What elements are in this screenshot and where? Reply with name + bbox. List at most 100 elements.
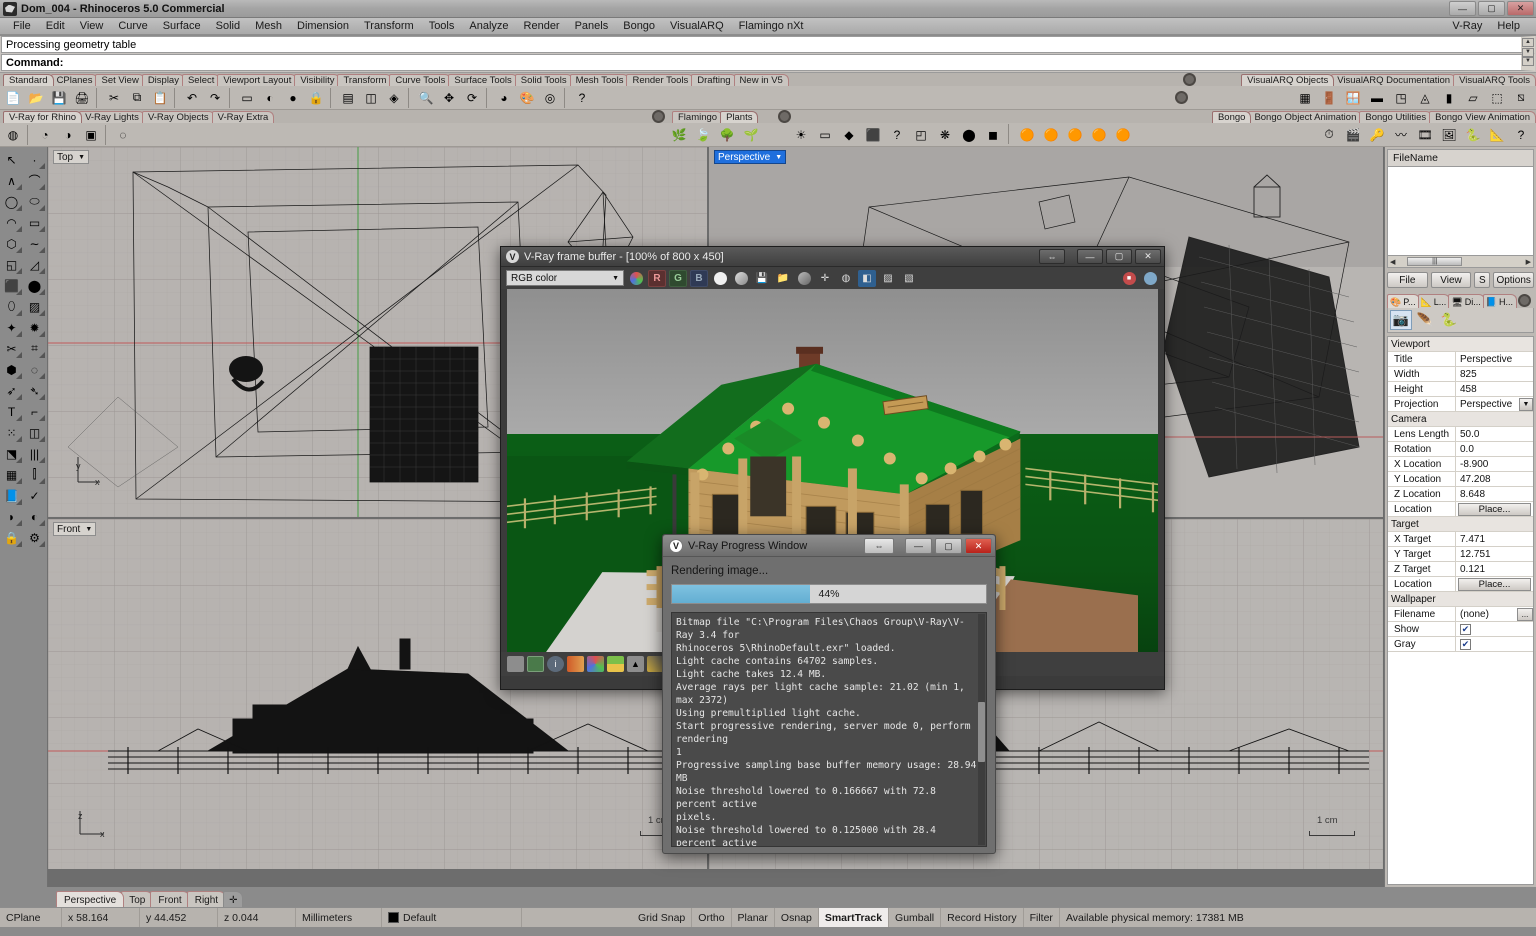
toolbar-standard[interactable]: 📄 📂 💾 🖨 ✂ ⧉ 📋 ↶ ↷ ▭ ◐ ● 🔒 ▤ ◫ ◈ 🔍 ✥ ⟳ ◕ … — [0, 86, 1536, 110]
minimize-button[interactable]: — — [1449, 1, 1476, 16]
toolbar-tab-mesh-tools[interactable]: Mesh Tools — [569, 74, 630, 86]
menu-item-analyze[interactable]: Analyze — [462, 19, 515, 33]
toolbar-tab-transform[interactable]: Transform — [337, 74, 393, 86]
save-file-icon[interactable]: 💾 — [48, 87, 70, 109]
hatch-icon[interactable]: ||| — [23, 443, 46, 464]
property-value-title[interactable]: Perspective — [1456, 354, 1533, 365]
toolbar-tab-bongo[interactable]: Bongo — [1211, 111, 1252, 123]
curve-tools-icon[interactable]: ➴ — [23, 380, 46, 401]
toolbar-bongo-icons[interactable]: ⏱ 🎬 🔑 〰 🎞 🖼 🐍 📐 ? — [1318, 124, 1532, 146]
status-bar[interactable]: CPlane x 58.164 y 44.452 z 0.044 Millime… — [0, 907, 1536, 927]
render-object-icon[interactable]: ◐ — [23, 506, 46, 527]
property-value-x-location[interactable]: -8.900 — [1456, 459, 1533, 470]
vray-mat4-icon[interactable]: 🟠 — [1088, 124, 1110, 146]
vfb-minimize-button[interactable]: — — [1077, 249, 1103, 264]
render-icon[interactable]: 🎨 — [516, 87, 538, 109]
select-objects-icon[interactable]: ▭ — [236, 87, 258, 109]
toolbar-tab-cplanes[interactable]: CPlanes — [50, 74, 99, 86]
panel-tab-layers[interactable]: 📐 L... — [1417, 294, 1451, 308]
varq-space-icon[interactable]: ⬚ — [1486, 87, 1508, 109]
undo-icon[interactable]: ↶ — [181, 87, 203, 109]
chevron-down-icon[interactable]: ▼ — [1519, 397, 1533, 411]
toolbar-tab-render-tools[interactable]: Render Tools — [626, 74, 695, 86]
view-tab-front[interactable]: Front — [150, 891, 190, 907]
property-row-x-target[interactable]: X Target 7.471 — [1388, 532, 1533, 547]
redo-icon[interactable]: ↷ — [204, 87, 226, 109]
explode-icon[interactable]: ✹ — [23, 317, 46, 338]
progress-window-controls[interactable]: ⇔ — ▢ ✕ — [864, 538, 992, 554]
target-place-button[interactable]: Place... — [1458, 577, 1531, 591]
curve-control-points-icon[interactable]: ⌒ — [23, 170, 46, 191]
bongo-path-icon[interactable]: 📐 — [1486, 124, 1508, 146]
viewport-label-front[interactable]: Front ▼ — [53, 522, 97, 536]
bongo-help-icon[interactable]: ? — [1510, 124, 1532, 146]
options-button[interactable]: Options — [1493, 272, 1535, 288]
property-value-height[interactable]: 458 — [1456, 384, 1533, 395]
panel-tabs[interactable]: 🎨 P... 📐 L... 🖥 Di... 📘 H... — [1387, 293, 1534, 308]
arc-icon[interactable]: ◠ — [0, 212, 23, 233]
scroll-right-icon[interactable]: ▶ — [1524, 258, 1533, 266]
vfb-vray-logo-icon[interactable] — [1141, 270, 1159, 287]
camera-place-button[interactable]: Place... — [1458, 502, 1531, 516]
toolbar-tab-solid-tools[interactable]: Solid Tools — [514, 74, 573, 86]
property-row-x-location[interactable]: X Location -8.900 — [1388, 457, 1533, 472]
view-tab-right[interactable]: Right — [186, 891, 227, 907]
progress-minimize-button[interactable]: — — [905, 538, 932, 554]
vfb-follow-mouse-icon[interactable]: ▧ — [900, 270, 918, 287]
sphere-icon[interactable]: ⬤ — [23, 275, 46, 296]
bongo-timeline-icon[interactable]: ⏱ — [1318, 124, 1340, 146]
flamingo-icon[interactable]: 🪶 — [1414, 310, 1436, 330]
file-button[interactable]: File — [1387, 272, 1428, 288]
menu-item-curve[interactable]: Curve — [111, 19, 154, 33]
vray-mat5-icon[interactable]: 🟠 — [1112, 124, 1134, 146]
command-input-scroll[interactable]: ▼ — [1522, 57, 1534, 66]
property-row-camera-location[interactable]: Location Place... — [1388, 502, 1533, 517]
property-row-wallpaper-show[interactable]: Show ✔ — [1388, 622, 1533, 637]
property-row-z-target[interactable]: Z Target 0.121 — [1388, 562, 1533, 577]
varq-stair-icon[interactable]: ◳ — [1390, 87, 1412, 109]
wallpaper-show-checkbox[interactable]: ✔ — [1460, 623, 1471, 635]
vray-diamond-icon[interactable]: ◆ — [838, 124, 860, 146]
menu-bar[interactable]: File Edit View Curve Surface Solid Mesh … — [0, 18, 1536, 35]
status-toggle-filter[interactable]: Filter — [1024, 908, 1060, 927]
property-row-z-location[interactable]: Z Location 8.648 — [1388, 487, 1533, 502]
property-value-z-location[interactable]: 8.648 — [1456, 489, 1533, 500]
toolbar-tab-vray-extra[interactable]: V-Ray Extra — [211, 111, 275, 123]
plant-library-icon[interactable]: 🌳 — [716, 124, 738, 146]
vfb-red-channel-button[interactable]: R — [648, 269, 666, 287]
toolbar-tab-vray-for-rhino[interactable]: V-Ray for Rhino — [3, 111, 83, 123]
menu-item-view[interactable]: View — [73, 19, 111, 33]
vfb-rgb-curve-icon[interactable] — [587, 656, 604, 672]
offset-curve-icon[interactable]: ➶ — [0, 380, 23, 401]
snake-icon[interactable]: 🐍 — [1438, 310, 1460, 330]
vfb-close-button[interactable]: ✕ — [1135, 249, 1161, 264]
varq-wall-icon[interactable]: ▦ — [1294, 87, 1316, 109]
menu-item-flamingo[interactable]: Flamingo nXt — [732, 19, 811, 33]
menu-item-file[interactable]: File — [6, 19, 38, 33]
toolbar-tab-plants[interactable]: Plants — [720, 111, 759, 123]
surface-from-points-icon[interactable]: ◱ — [0, 254, 23, 275]
property-row-target-location[interactable]: Location Place... — [1388, 577, 1533, 592]
varq-column-icon[interactable]: ▮ — [1438, 87, 1460, 109]
bongo-render-icon[interactable]: 🖼 — [1438, 124, 1460, 146]
varq-roof-icon[interactable]: ◬ — [1414, 87, 1436, 109]
panel-gear-icon[interactable] — [1518, 294, 1531, 307]
bongo-ik-icon[interactable]: 🐍 — [1462, 124, 1484, 146]
vray-mat1-icon[interactable]: 🟠 — [1016, 124, 1038, 146]
camera-icon[interactable]: 📷 — [1390, 310, 1412, 330]
status-layer[interactable]: Default — [382, 908, 522, 927]
pan-icon[interactable]: ✥ — [438, 87, 460, 109]
vray-frame-buffer-icon[interactable]: ▣ — [80, 124, 102, 146]
property-value-x-target[interactable]: 7.471 — [1456, 534, 1533, 545]
property-row-height[interactable]: Height 458 — [1388, 382, 1533, 397]
menu-item-bongo[interactable]: Bongo — [616, 19, 662, 33]
vfb-toolbar[interactable]: RGB color ▼ R G B 💾 📁 ✛ ◍ ◧ ▨ ▧ ■ — [501, 267, 1164, 289]
toolbar-tab-visualarq-documentation[interactable]: VisualARQ Documentation — [1331, 74, 1457, 86]
boolean-union-icon[interactable]: ✦ — [0, 317, 23, 338]
shade-object-icon[interactable]: ◗ — [0, 506, 23, 527]
trim-icon[interactable]: ✂ — [0, 338, 23, 359]
rotate-view-icon[interactable]: ⟳ — [461, 87, 483, 109]
toolbar-options-gear-icon[interactable] — [1183, 73, 1196, 86]
vfb-levels-icon[interactable] — [607, 656, 624, 672]
vfb-green-channel-button[interactable]: G — [669, 269, 687, 287]
